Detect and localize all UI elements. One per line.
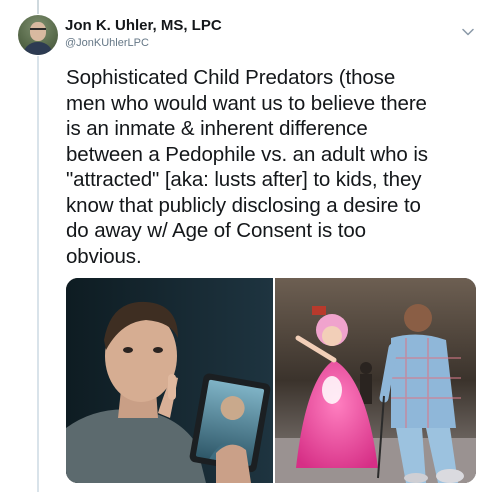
tweet-media[interactable] (66, 278, 476, 483)
avatar-glasses (30, 28, 46, 34)
tweet-text: Sophisticated Child Predators (those men… (66, 66, 428, 268)
tweet-card[interactable]: Jon K. Uhler, MS, LPC @JonKUhlerLPC Soph… (0, 0, 498, 492)
right-photo[interactable] (275, 278, 476, 483)
author-name[interactable]: Jon K. Uhler, MS, LPC (65, 17, 222, 35)
author-avatar[interactable] (18, 15, 58, 55)
left-photo[interactable] (66, 278, 273, 483)
chevron-down-icon[interactable] (460, 26, 476, 38)
author-handle[interactable]: @JonKUhlerLPC (65, 37, 149, 50)
avatar-shirt (23, 42, 53, 55)
